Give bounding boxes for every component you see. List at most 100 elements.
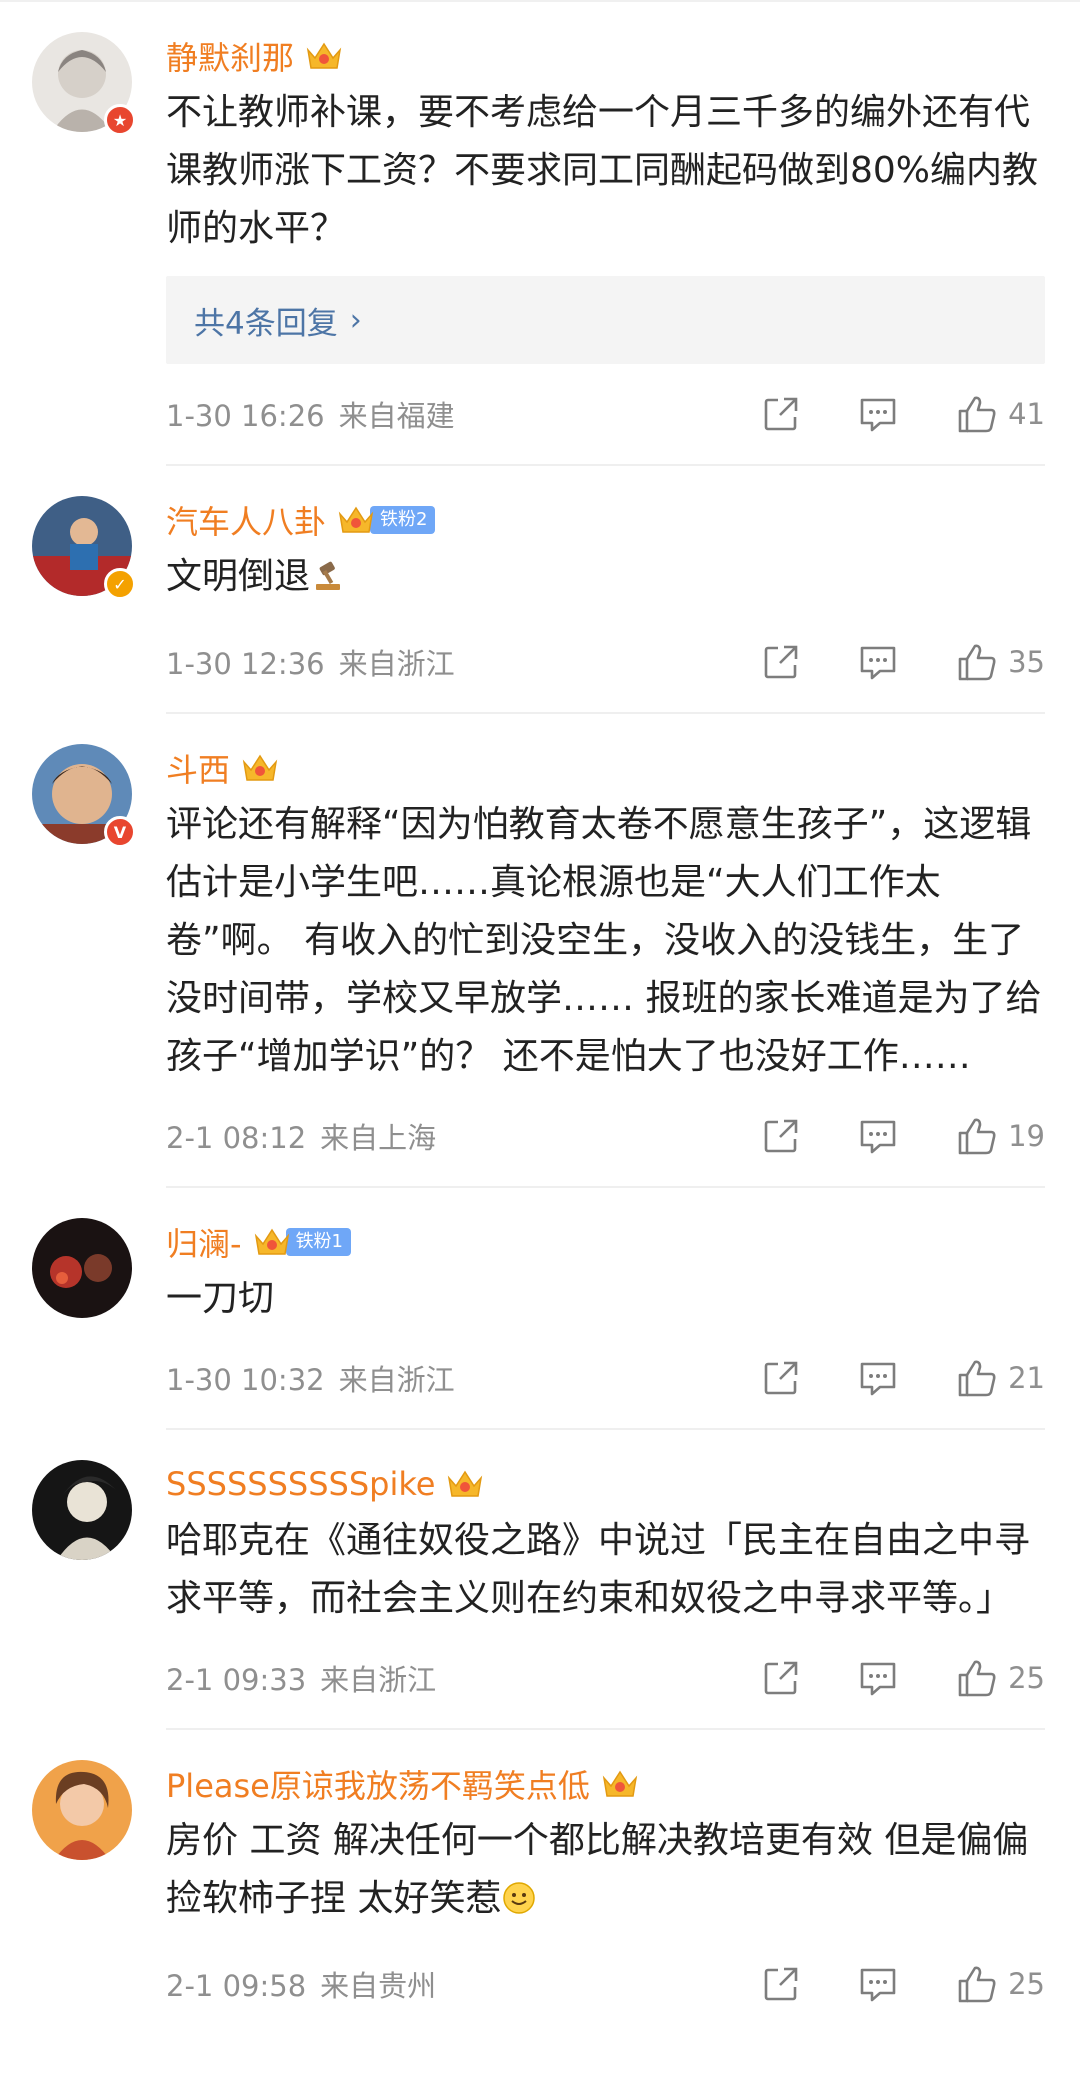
comment-time: 1-30 12:36 [166, 647, 325, 681]
comment-text: 不让教师补课，要不考虑给一个月三千多的编外还有代课教师涨下工资？不要求同工同酬起… [166, 92, 1039, 249]
comment-feed: ★ 静默刹那 不让教师补课，要不考虑给一个月三千多的编外还有代课教师涨下工资？不… [0, 2, 1080, 2034]
crown-icon [445, 1466, 485, 1502]
comment-text: 评论还有解释“因为怕教育太卷不愿意生孩子”，这逻辑估计是小学生吧……真论根源也是… [166, 804, 1042, 1077]
like-count: 21 [1008, 1361, 1045, 1395]
like-count: 35 [1008, 645, 1045, 679]
comment-location: 来自上海 [320, 1121, 437, 1155]
avatar[interactable]: V [32, 744, 136, 848]
comment-button[interactable] [858, 395, 898, 433]
gavel-emoji-icon [310, 554, 346, 612]
comment-item: Please原谅我放荡不羁笑点低 房价 工资 解决任何一个都比解决教培更有效 但… [0, 1730, 1080, 2034]
crown-icon [252, 1224, 292, 1260]
comment-meta: 1-30 10:32 来自浙江 [166, 1357, 762, 1399]
thumbs-up-icon [958, 1660, 996, 1697]
username[interactable]: Please原谅我放荡不羁笑点低 [166, 1761, 590, 1807]
share-button[interactable] [762, 1117, 800, 1155]
reply-count-label: 共4条回复 [194, 305, 338, 342]
crown-icon [240, 750, 280, 786]
thumbs-up-icon [958, 1118, 996, 1155]
comment-icon [860, 1120, 896, 1154]
username[interactable]: 斗西 [166, 745, 230, 791]
avatar-image [32, 1218, 132, 1318]
thumbs-up-icon [958, 396, 996, 433]
comment-item: 归澜- 铁粉1 一刀切 1-30 10:32 来自浙江 21 [0, 1188, 1080, 1430]
like-button[interactable]: 25 [956, 1658, 1045, 1698]
thumbs-up-icon [958, 1360, 996, 1397]
comment-icon [860, 1362, 896, 1396]
share-button[interactable] [762, 1359, 800, 1397]
like-count: 19 [1008, 1119, 1045, 1153]
fan-level-badge: 铁粉2 [370, 506, 436, 534]
like-button[interactable]: 41 [956, 394, 1045, 434]
share-icon [764, 1119, 798, 1153]
like-count: 25 [1008, 1967, 1045, 2001]
comment-time: 2-1 09:33 [166, 1663, 307, 1697]
like-button[interactable]: 21 [956, 1358, 1045, 1398]
share-button[interactable] [762, 1965, 800, 2003]
comment-button[interactable] [858, 1965, 898, 2003]
share-icon [764, 1967, 798, 2001]
comment-icon [860, 398, 896, 432]
comment-location: 来自福建 [338, 399, 455, 433]
like-count: 25 [1008, 1661, 1045, 1695]
comment-time: 2-1 08:12 [166, 1121, 307, 1155]
avatar[interactable] [32, 1760, 132, 1860]
comment-meta: 1-30 12:36 来自浙江 [166, 641, 762, 683]
share-button[interactable] [762, 395, 800, 433]
comment-meta: 2-1 09:58 来自贵州 [166, 1963, 762, 2005]
comment-meta: 1-30 16:26 来自福建 [166, 393, 762, 435]
comment-icon [860, 1968, 896, 2002]
fan-level-badge: 铁粉1 [285, 1228, 352, 1256]
comment-button[interactable] [858, 1359, 898, 1397]
share-icon [764, 1361, 798, 1395]
comment-button[interactable] [858, 1659, 898, 1697]
username[interactable]: 静默刹那 [166, 33, 294, 79]
comment-location: 来自浙江 [320, 1663, 437, 1697]
comment-icon [860, 646, 896, 680]
comment-text: 房价 工资 解决任何一个都比解决教培更有效 但是偏偏捡软柿子捏 太好笑惹 [166, 1812, 1045, 1934]
comment-location: 来自浙江 [338, 1363, 455, 1397]
thumbs-up-icon [958, 644, 996, 681]
like-button[interactable]: 35 [956, 642, 1045, 682]
comment-time: 1-30 10:32 [166, 1363, 325, 1397]
username[interactable]: SSSSSSSSSSpike [166, 1465, 435, 1503]
comment-text: 哈耶克在《通往奴役之路》中说过「民主在自由之中寻求平等，而社会主义则在约束和奴役… [166, 1520, 1031, 1619]
comment-meta: 2-1 09:33 来自浙江 [166, 1657, 762, 1699]
avatar[interactable] [32, 1460, 132, 1560]
chevron-right-icon: › [349, 302, 362, 338]
comment-item: V 斗西 评论还有解释“因为怕教育太卷不愿意生孩子”，这逻辑估计是小学生吧……真… [0, 714, 1080, 1188]
like-button[interactable]: 19 [956, 1116, 1045, 1156]
like-count: 41 [1008, 397, 1045, 431]
comment-icon [860, 1662, 896, 1696]
verified-badge-icon: V [104, 816, 136, 848]
avatar-image [32, 1760, 132, 1860]
verified-badge-icon: ★ [104, 104, 136, 136]
crown-icon [600, 1766, 640, 1802]
avatar-image [32, 1460, 132, 1560]
thumbs-up-icon [958, 1966, 996, 2003]
comment-location: 来自贵州 [320, 1969, 437, 2003]
comment-item: SSSSSSSSSSpike 哈耶克在《通往奴役之路》中说过「民主在自由之中寻求… [0, 1430, 1080, 1730]
view-replies-button[interactable]: 共4条回复 › [166, 276, 1045, 364]
verified-badge-icon: ✓ [104, 568, 136, 600]
comment-time: 2-1 09:58 [166, 1969, 307, 2003]
share-icon [764, 645, 798, 679]
share-button[interactable] [762, 643, 800, 681]
comment-item: ★ 静默刹那 不让教师补课，要不考虑给一个月三千多的编外还有代课教师涨下工资？不… [0, 2, 1080, 466]
share-button[interactable] [762, 1659, 800, 1697]
crown-icon [304, 38, 344, 74]
username[interactable]: 归澜- [166, 1219, 242, 1265]
like-button[interactable]: 25 [956, 1964, 1045, 2004]
avatar[interactable]: ★ [32, 32, 136, 136]
comment-button[interactable] [858, 1117, 898, 1155]
share-icon [764, 397, 798, 431]
username[interactable]: 汽车人八卦 [166, 497, 326, 543]
share-icon [764, 1661, 798, 1695]
avatar[interactable] [32, 1218, 132, 1318]
comment-button[interactable] [858, 643, 898, 681]
comment-item: ✓ 汽车人八卦 铁粉2 文明倒退 1-30 12:36 来自浙江 35 [0, 466, 1080, 714]
smile-emoji-icon [501, 1876, 537, 1934]
comment-location: 来自浙江 [338, 647, 455, 681]
comment-text: 文明倒退 [166, 548, 1045, 612]
avatar[interactable]: ✓ [32, 496, 136, 600]
